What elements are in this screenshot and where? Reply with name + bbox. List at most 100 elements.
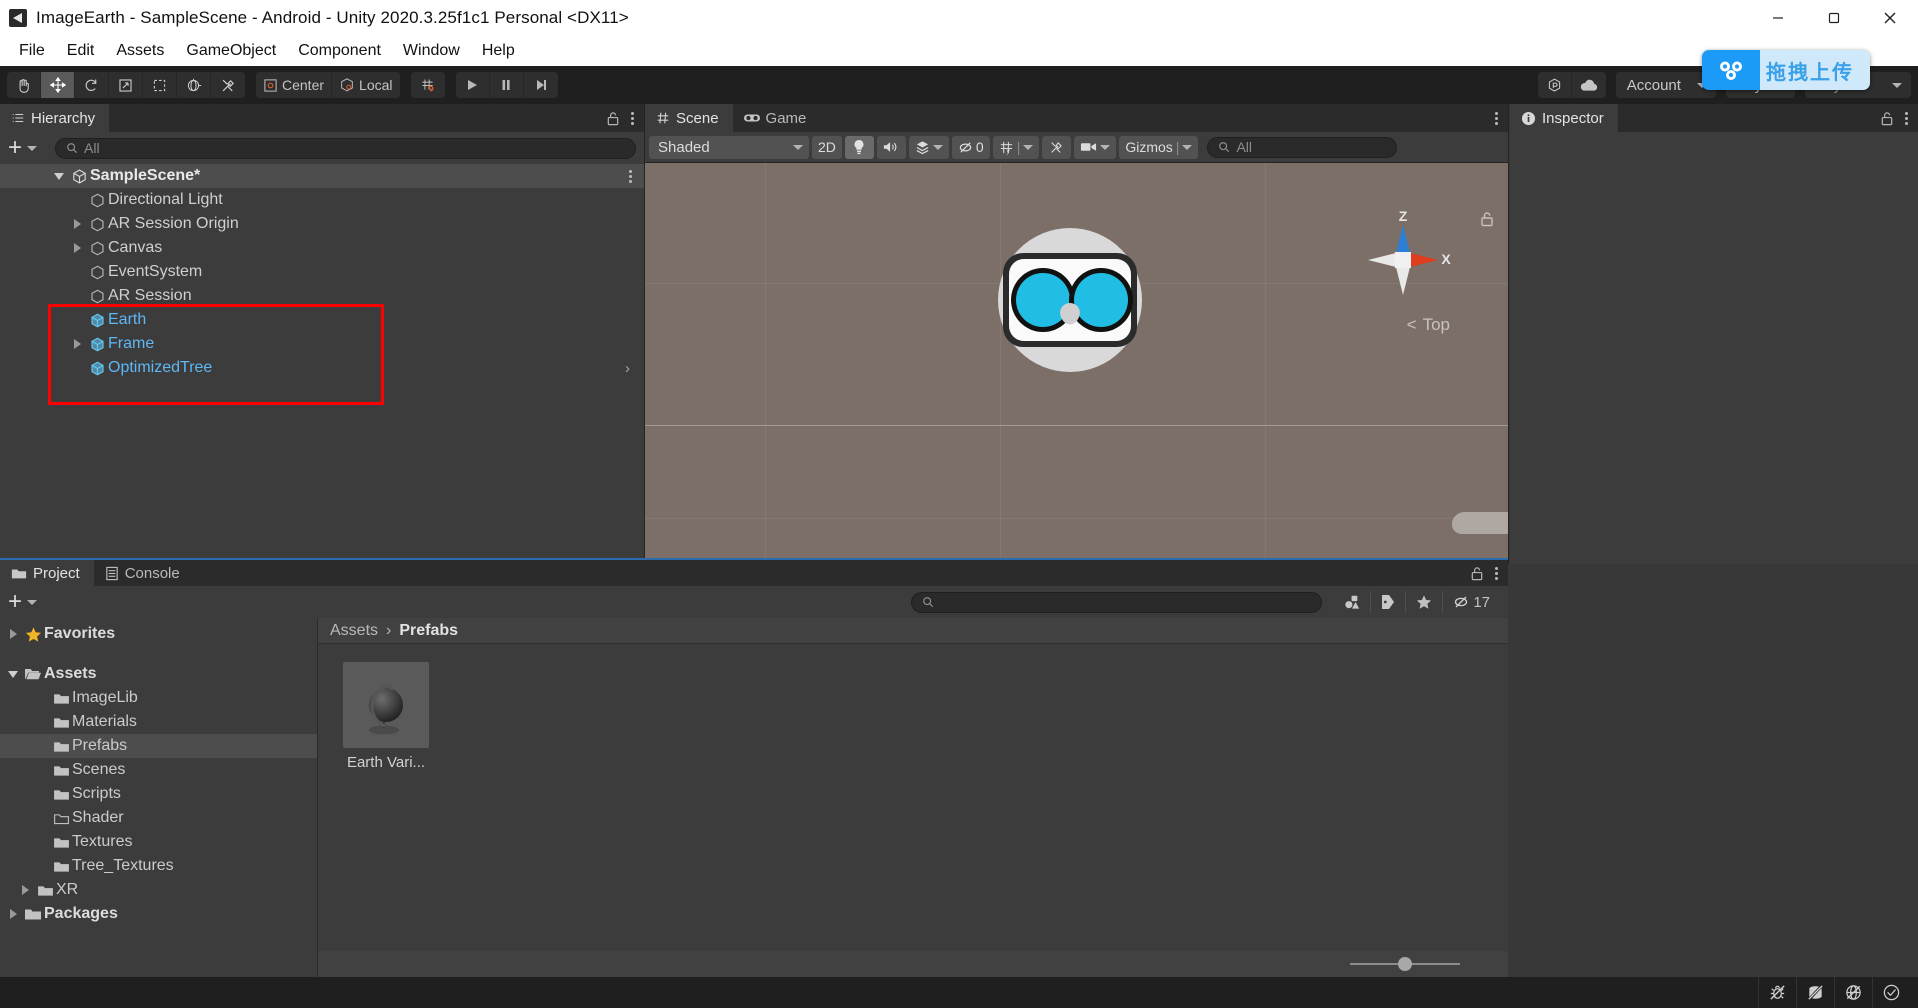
tab-console[interactable]: Console — [93, 560, 194, 586]
hierarchy-item-directional-light[interactable]: Directional Light — [0, 188, 644, 212]
tab-game[interactable]: Game — [732, 104, 821, 132]
rotate-tool-icon[interactable] — [75, 72, 109, 98]
maximize-button[interactable] — [1806, 0, 1862, 35]
menu-window[interactable]: Window — [392, 39, 471, 63]
project-tree-materials[interactable]: Materials — [0, 710, 317, 734]
chevron-right-icon[interactable] — [68, 243, 86, 253]
menu-help[interactable]: Help — [471, 39, 526, 63]
bug-off-icon[interactable] — [1758, 977, 1796, 1008]
cloud-icon[interactable] — [1572, 72, 1606, 98]
scene-viewport[interactable]: Z X < Top — [645, 163, 1508, 564]
hand-tool-icon[interactable] — [7, 72, 41, 98]
hidden-objects-toggle[interactable]: 0 — [951, 135, 990, 159]
breadcrumb-assets[interactable]: Assets — [330, 622, 378, 640]
scene-orientation-gizmo[interactable]: Z X — [1350, 207, 1456, 313]
hierarchy-item-eventsystem[interactable]: EventSystem — [0, 260, 644, 284]
visibility-off-icon[interactable] — [1834, 977, 1872, 1008]
kebab-menu-icon[interactable] — [631, 111, 634, 125]
lock-open-icon[interactable] — [1880, 111, 1894, 126]
project-tree-packages[interactable]: Packages — [0, 902, 317, 926]
menu-component[interactable]: Component — [287, 39, 392, 63]
tab-project[interactable]: Project — [0, 560, 94, 586]
hierarchy-add-button[interactable]: + — [8, 136, 38, 160]
transform-tool-icon[interactable] — [177, 72, 211, 98]
scene-view-orientation-label[interactable]: < Top — [1407, 315, 1450, 335]
breadcrumb-prefabs[interactable]: Prefabs — [399, 622, 458, 640]
minimize-button[interactable] — [1750, 0, 1806, 35]
hierarchy-item-ar-session-origin[interactable]: AR Session Origin — [0, 212, 644, 236]
chevron-right-icon[interactable] — [68, 339, 86, 349]
play-icon[interactable] — [456, 72, 490, 98]
hierarchy-item-canvas[interactable]: Canvas — [0, 236, 644, 260]
scene-camera-dropdown[interactable] — [1074, 135, 1117, 159]
asset-zoom-slider[interactable] — [1350, 956, 1460, 972]
grid-snap-icon[interactable] — [411, 72, 445, 98]
pause-icon[interactable] — [490, 72, 524, 98]
project-tree-scripts[interactable]: Scripts — [0, 782, 317, 806]
asset-item[interactable]: Earth Vari... — [340, 662, 432, 951]
custom-tool-icon[interactable] — [211, 72, 245, 98]
rect-tool-icon[interactable] — [143, 72, 177, 98]
tab-scene[interactable]: Scene — [645, 104, 733, 132]
project-search-input[interactable] — [911, 591, 1323, 613]
view-2d-toggle[interactable]: 2D — [812, 135, 842, 159]
gizmos-dropdown[interactable]: Gizmos | — [1119, 135, 1199, 159]
project-tree-tree-textures[interactable]: Tree_Textures — [0, 854, 317, 878]
kebab-menu-icon[interactable] — [1905, 111, 1908, 125]
effects-dropdown[interactable] — [908, 135, 949, 159]
close-button[interactable] — [1862, 0, 1918, 35]
project-tree-imagelib[interactable]: ImageLib — [0, 686, 317, 710]
project-add-button[interactable]: + — [8, 590, 38, 614]
label-filter-icon[interactable] — [1371, 591, 1407, 613]
project-tree-scenes[interactable]: Scenes — [0, 758, 317, 782]
menu-gameobject[interactable]: GameObject — [175, 39, 287, 63]
project-tree-shader[interactable]: Shader — [0, 806, 317, 830]
kebab-menu-icon[interactable] — [629, 169, 632, 183]
kebab-menu-icon[interactable] — [1495, 111, 1498, 125]
project-tree-xr[interactable]: XR — [0, 878, 317, 902]
vr-goggles-object[interactable] — [975, 205, 1165, 385]
scene-search-input[interactable]: All — [1207, 136, 1398, 158]
hierarchy-item-earth[interactable]: Earth — [0, 308, 644, 332]
hidden-assets-count[interactable]: 17 — [1443, 591, 1500, 613]
shading-mode-dropdown[interactable]: Shaded — [649, 135, 809, 159]
tab-inspector[interactable]: Inspector — [1510, 104, 1618, 132]
pivot-rotation-button[interactable]: Local — [332, 72, 399, 98]
grid-visibility-dropdown[interactable]: y | — [992, 135, 1040, 159]
lock-open-icon[interactable] — [1470, 566, 1484, 581]
chevron-right-icon[interactable] — [16, 885, 34, 895]
hierarchy-item-ar-session[interactable]: AR Session — [0, 284, 644, 308]
asset-type-filter-icon[interactable] — [1334, 591, 1372, 613]
scale-tool-icon[interactable] — [109, 72, 143, 98]
scene-tools-icon[interactable] — [1042, 135, 1072, 159]
chevron-down-icon[interactable] — [4, 670, 22, 678]
project-tree-prefabs[interactable]: Prefabs — [0, 734, 317, 758]
project-tree-assets[interactable]: Assets — [0, 662, 317, 686]
hierarchy-search-input[interactable]: All — [55, 137, 636, 159]
menu-assets[interactable]: Assets — [105, 39, 175, 63]
chevron-right-icon[interactable] — [68, 219, 86, 229]
lock-open-icon[interactable] — [606, 111, 620, 126]
audio-icon[interactable] — [876, 135, 906, 159]
tab-hierarchy[interactable]: Hierarchy — [0, 104, 110, 132]
pivot-mode-button[interactable]: Center — [256, 72, 333, 98]
project-tree-textures[interactable]: Textures — [0, 830, 317, 854]
collab-icon[interactable] — [1538, 72, 1572, 98]
step-icon[interactable] — [524, 72, 558, 98]
menu-file[interactable]: File — [8, 39, 56, 63]
database-off-icon[interactable] — [1796, 977, 1834, 1008]
chevron-right-icon[interactable]: › — [625, 360, 630, 377]
drag-upload-badge[interactable]: 拖拽上传 — [1702, 50, 1870, 90]
star-icon[interactable] — [1406, 591, 1444, 613]
lightbulb-icon[interactable] — [844, 135, 874, 159]
kebab-menu-icon[interactable] — [1495, 566, 1498, 580]
hierarchy-item-optimizedtree[interactable]: OptimizedTree › — [0, 356, 644, 380]
chevron-down-icon[interactable] — [50, 172, 68, 180]
chevron-right-icon[interactable] — [4, 629, 22, 639]
menu-edit[interactable]: Edit — [56, 39, 106, 63]
hierarchy-scene-row[interactable]: SampleScene* — [0, 164, 644, 188]
project-tree-favorites[interactable]: Favorites — [0, 622, 317, 646]
slider-knob[interactable] — [1398, 957, 1412, 971]
move-tool-icon[interactable] — [41, 72, 75, 98]
chevron-right-icon[interactable] — [4, 909, 22, 919]
